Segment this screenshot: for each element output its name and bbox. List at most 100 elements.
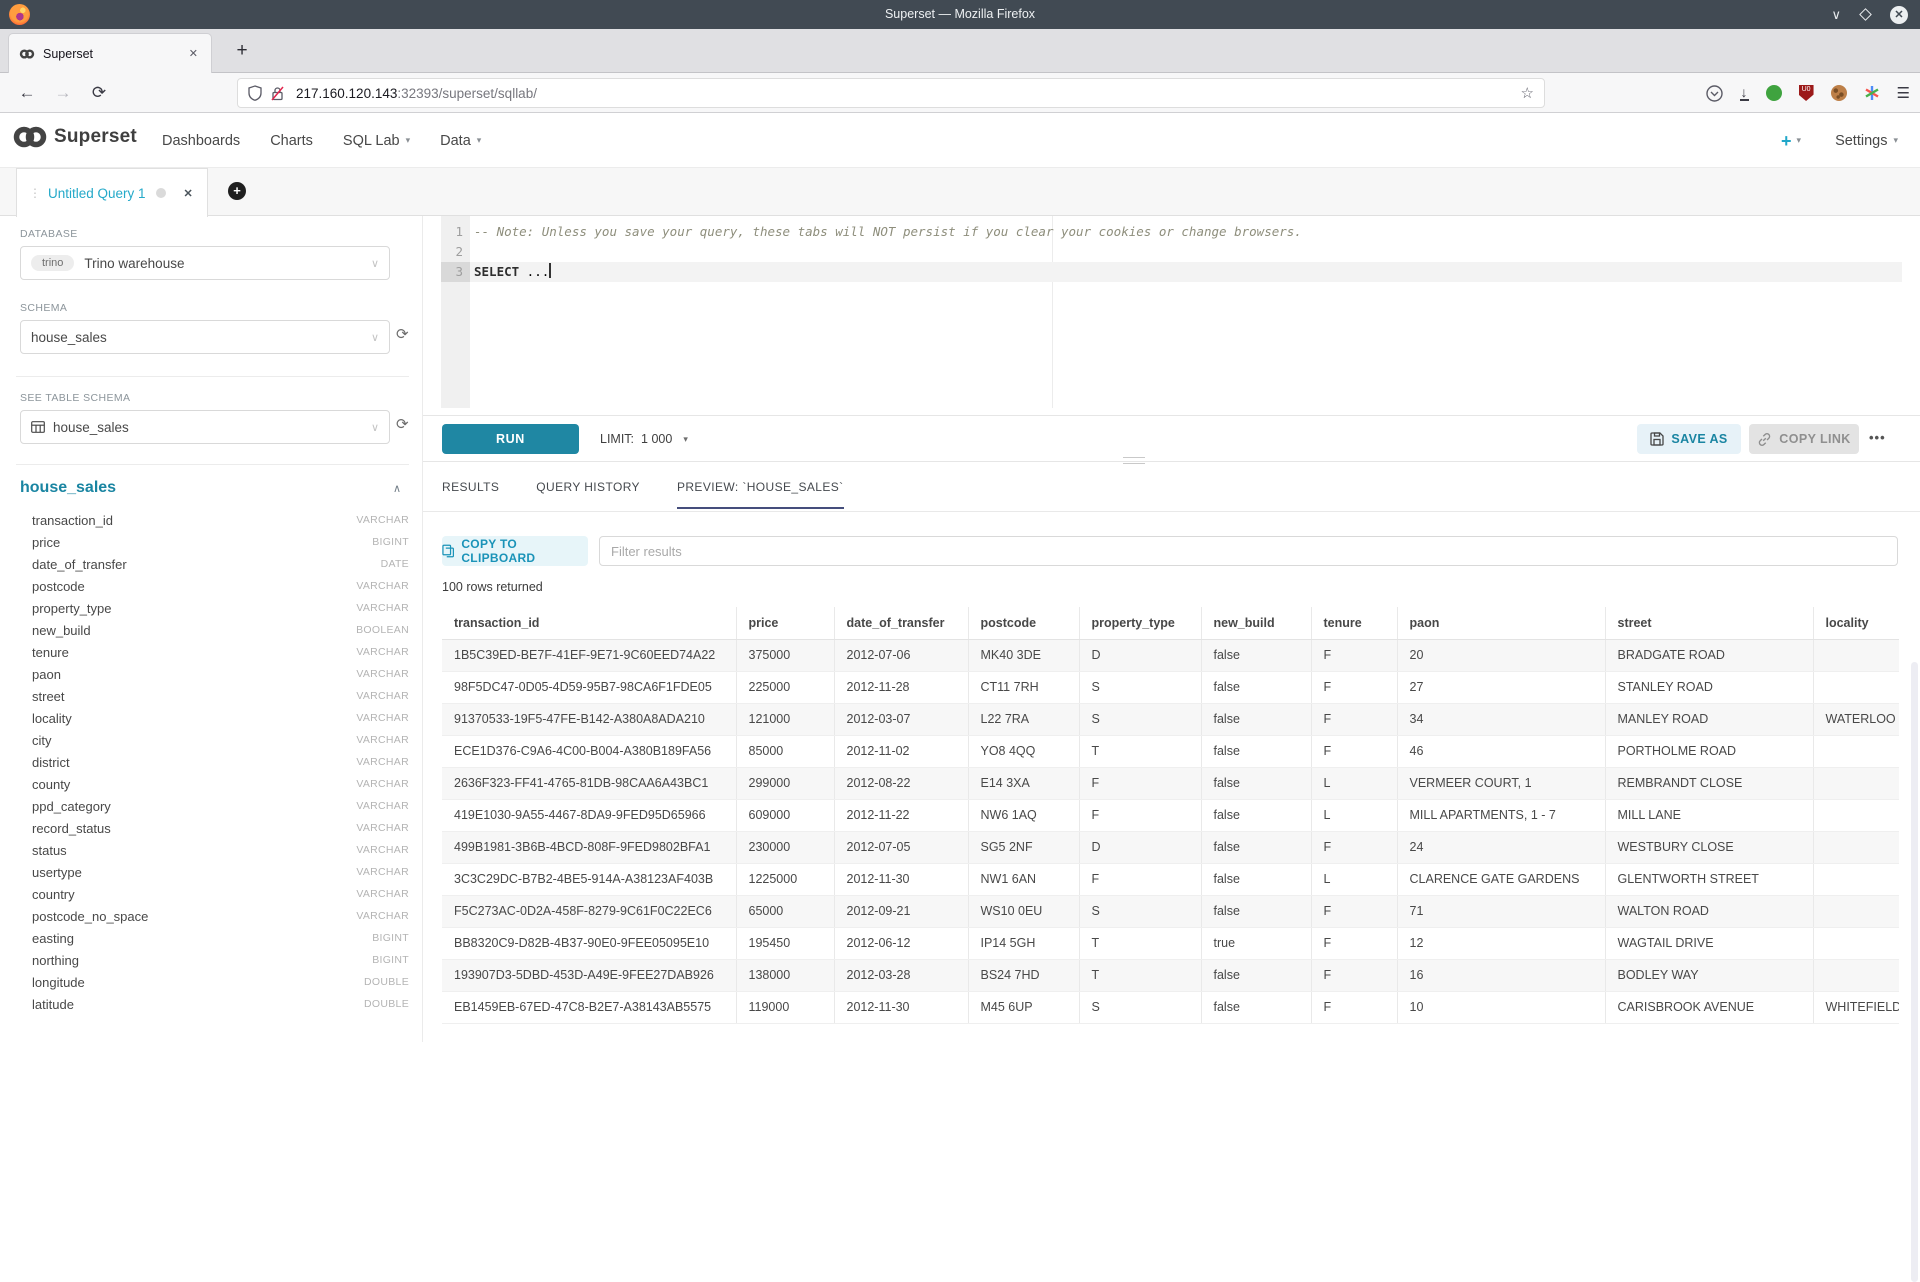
column-type: DATE (381, 558, 409, 570)
column-row: postcode_no_spaceVARCHAR (20, 905, 409, 927)
new-tab-button[interactable]: + (230, 39, 254, 63)
tab-preview-house-sales[interactable]: PREVIEW: `HOUSE_SALES` (677, 480, 844, 509)
table-icon (31, 421, 45, 433)
tab-results[interactable]: RESULTS (442, 480, 499, 509)
more-options-button[interactable]: ••• (1869, 424, 1886, 454)
column-row: usertypeVARCHAR (20, 861, 409, 883)
drag-dots-icon[interactable]: ⋮ (29, 186, 40, 200)
table-row: 499B1981-3B6B-4BCD-808F-9FED9802BFA12300… (442, 831, 1899, 863)
sql-code (470, 242, 474, 262)
column-name: date_of_transfer (32, 557, 127, 572)
save-as-button[interactable]: SAVE AS (1637, 424, 1741, 454)
collapse-chevron-icon[interactable]: ∧ (393, 482, 401, 495)
downloads-icon[interactable]: ↓ (1740, 86, 1749, 101)
colorful-extension-icon[interactable] (1864, 85, 1880, 101)
reload-icon[interactable]: ⟳ (84, 73, 114, 113)
cookie-extension-icon[interactable] (1831, 85, 1847, 101)
window-maximize-icon[interactable] (1859, 8, 1872, 21)
table-cell: false (1201, 735, 1311, 767)
table-cell: NW1 6AN (968, 863, 1079, 895)
add-query-tab-button[interactable]: + (228, 182, 246, 200)
insecure-lock-icon[interactable] (271, 86, 284, 101)
shield-icon[interactable] (248, 85, 262, 101)
column-header-new_build[interactable]: new_build (1201, 607, 1311, 639)
url-bar[interactable]: 217.160.120.143:32393/superset/sqllab/ ☆ (237, 78, 1545, 108)
nav-data[interactable]: Data▾ (440, 133, 481, 149)
table-row: BB8320C9-D82B-4B37-90E0-9FEE05095E101954… (442, 927, 1899, 959)
table-cell (1813, 895, 1899, 927)
table-cell: true (1201, 927, 1311, 959)
column-name: locality (32, 711, 72, 726)
copy-to-clipboard-button[interactable]: COPY TO CLIPBOARD (442, 536, 588, 566)
column-header-property_type[interactable]: property_type (1079, 607, 1201, 639)
table-cell (1813, 799, 1899, 831)
results-scrollbar[interactable] (1911, 662, 1918, 1282)
column-header-price[interactable]: price (736, 607, 834, 639)
column-header-street[interactable]: street (1605, 607, 1813, 639)
nav-dashboards[interactable]: Dashboards (162, 133, 240, 149)
superset-logo-icon (12, 126, 48, 148)
table-cell: 91370533-19F5-47FE-B142-A380A8ADA210 (442, 703, 736, 735)
tab-query-history[interactable]: QUERY HISTORY (536, 480, 640, 509)
column-name: record_status (32, 821, 111, 836)
table-cell: 85000 (736, 735, 834, 767)
column-header-transaction_id[interactable]: transaction_id (442, 607, 736, 639)
nav-charts[interactable]: Charts (270, 133, 313, 149)
run-button[interactable]: RUN (442, 424, 579, 454)
window-close-icon[interactable]: ✕ (1890, 6, 1908, 24)
tab-close-icon[interactable]: ✕ (186, 47, 201, 60)
settings-menu[interactable]: Settings▾ (1835, 133, 1898, 149)
column-type: VARCHAR (356, 866, 409, 878)
filter-results-input[interactable] (599, 536, 1898, 566)
column-header-paon[interactable]: paon (1397, 607, 1605, 639)
column-header-tenure[interactable]: tenure (1311, 607, 1397, 639)
ublock-icon[interactable]: U0 (1799, 85, 1814, 101)
table-row: 2636F323-FF41-4765-81DB-98CAA6A43BC12990… (442, 767, 1899, 799)
table-heading[interactable]: house_sales (20, 479, 116, 497)
limit-dropdown[interactable]: LIMIT: 1 000 ▾ (600, 424, 688, 454)
column-type: VARCHAR (356, 580, 409, 592)
table-cell: F (1311, 735, 1397, 767)
pane-drag-handle[interactable] (1123, 457, 1145, 464)
superset-brand[interactable]: Superset (12, 126, 137, 148)
add-new-button[interactable]: +▾ (1781, 132, 1801, 150)
refresh-table-icon[interactable]: ⟳ (396, 417, 409, 432)
column-name: postcode_no_space (32, 909, 148, 924)
bookmark-star-icon[interactable]: ☆ (1521, 84, 1534, 102)
hamburger-menu-icon[interactable]: ☰ (1897, 84, 1910, 102)
table-cell: BRADGATE ROAD (1605, 639, 1813, 671)
column-header-locality[interactable]: locality (1813, 607, 1899, 639)
query-tab-active[interactable]: ⋮ Untitled Query 1 ✕ (16, 168, 208, 217)
column-type: BIGINT (372, 954, 409, 966)
table-cell: false (1201, 639, 1311, 671)
table-row: EB1459EB-67ED-47C8-B2E7-A38143AB55751190… (442, 991, 1899, 1023)
table-cell: 121000 (736, 703, 834, 735)
sql-keyword: SELECT (474, 264, 519, 279)
database-label: DATABASE (20, 228, 409, 240)
nav-sql-lab[interactable]: SQL Lab▾ (343, 133, 410, 149)
privacy-badger-icon[interactable] (1766, 85, 1782, 101)
caret-down-icon: ▾ (477, 135, 482, 146)
back-icon[interactable]: ← (12, 73, 42, 113)
database-select[interactable]: trino Trino warehouse ∨ (20, 246, 390, 280)
query-tab-close-icon[interactable]: ✕ (184, 187, 193, 200)
table-row: 3C3C29DC-B7B2-4BE5-914A-A38123AF403B1225… (442, 863, 1899, 895)
forward-icon[interactable]: → (48, 73, 78, 113)
refresh-schema-icon[interactable]: ⟳ (396, 327, 409, 342)
chevron-down-icon: ∨ (371, 421, 379, 434)
table-cell: 2012-07-05 (834, 831, 968, 863)
browser-tab-superset[interactable]: Superset ✕ (8, 33, 212, 73)
column-header-postcode[interactable]: postcode (968, 607, 1079, 639)
sql-editor[interactable]: 1 -- Note: Unless you save your query, t… (423, 216, 1920, 415)
table-cell: F (1079, 863, 1201, 895)
pocket-icon[interactable] (1706, 85, 1723, 102)
schema-select[interactable]: house_sales ∨ (20, 320, 390, 354)
column-type: VARCHAR (356, 888, 409, 900)
table-cell: 225000 (736, 671, 834, 703)
copy-link-button[interactable]: COPY LINK (1749, 424, 1859, 454)
column-name: property_type (32, 601, 112, 616)
table-cell: WESTBURY CLOSE (1605, 831, 1813, 863)
column-header-date_of_transfer[interactable]: date_of_transfer (834, 607, 968, 639)
window-minimize-icon[interactable]: ∨ (1831, 8, 1841, 21)
table-schema-select[interactable]: house_sales ∨ (20, 410, 390, 444)
